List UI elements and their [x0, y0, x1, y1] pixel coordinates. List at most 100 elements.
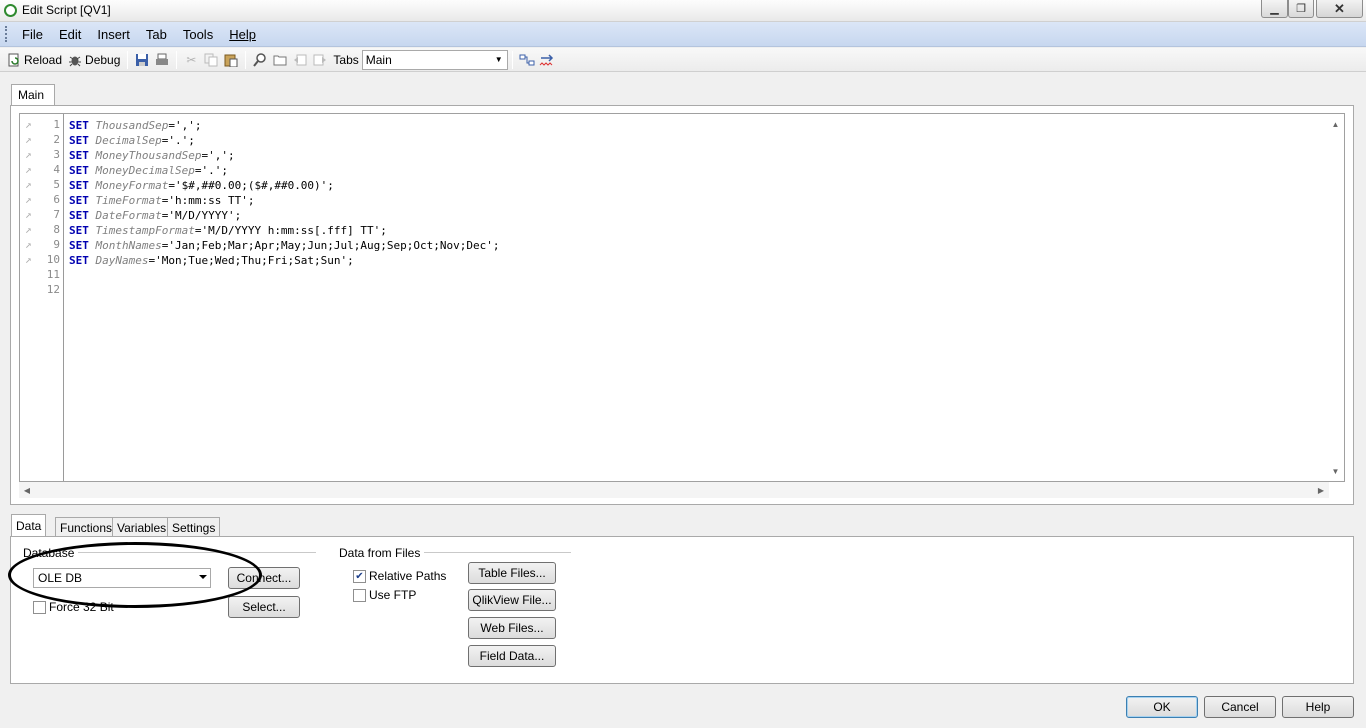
reload-label: Reload	[24, 52, 63, 67]
ok-button[interactable]: OK	[1126, 696, 1198, 718]
gutter-row[interactable]: ↗ 3	[20, 148, 64, 163]
gutter-row[interactable]: ↗ 9	[20, 238, 64, 253]
search-icon[interactable]	[250, 50, 270, 70]
code-line[interactable]: SET MoneyThousandSep=',';	[69, 148, 235, 163]
gutter-row[interactable]: ↗ 1	[20, 118, 64, 133]
use-ftp-checkbox[interactable]	[353, 589, 366, 602]
force-32-bit-checkbox[interactable]	[33, 601, 46, 614]
code-line[interactable]: SET DateFormat='M/D/YYYY';	[69, 208, 241, 223]
menu-help[interactable]: Help	[221, 27, 264, 42]
code-value: ='Jan;Feb;Mar;Apr;May;Jun;Jul;Aug;Sep;Oc…	[161, 239, 500, 252]
gutter-row[interactable]: ↗ 8	[20, 223, 64, 238]
line-number: 7	[53, 208, 60, 221]
menu-file[interactable]: File	[14, 27, 51, 42]
table-viewer-icon[interactable]	[517, 50, 537, 70]
debug-button[interactable]: Debug	[65, 50, 123, 70]
tabs-dropdown[interactable]: Main ▼	[361, 49, 508, 70]
cancel-button[interactable]: Cancel	[1204, 696, 1276, 718]
debug-label: Debug	[85, 52, 121, 67]
breakpoint-pin-icon[interactable]: ↗	[25, 238, 32, 251]
menu-tab[interactable]: Tab	[138, 27, 175, 42]
gutter-row[interactable]: ↗ 4	[20, 163, 64, 178]
breakpoint-pin-icon[interactable]: ↗	[25, 163, 32, 176]
database-type-dropdown[interactable]: OLE DB	[33, 568, 211, 588]
horizontal-scrollbar[interactable]: ◀ ▶	[19, 482, 1329, 498]
script-editor[interactable]: ↗ 1 ↗ 2 ↗ 3 ↗ 4 ↗ 5 ↗ 6 ↗ 7 ↗ 8 ↗ 9 ↗ 10 11 12 SET ThousandSe…	[19, 113, 1345, 482]
help-button[interactable]: Help	[1282, 696, 1354, 718]
select-button[interactable]: Select...	[228, 596, 300, 618]
relative-paths-label: Relative Paths	[369, 569, 447, 583]
menu-insert[interactable]: Insert	[89, 27, 138, 42]
minimize-button[interactable]: ▁	[1261, 0, 1288, 18]
copy-icon[interactable]	[201, 50, 221, 70]
bug-icon	[68, 53, 82, 67]
line-number: 11	[46, 268, 60, 281]
gutter-row[interactable]: 11	[20, 268, 64, 283]
code-line[interactable]: SET ThousandSep=',';	[69, 118, 201, 133]
breakpoint-pin-icon[interactable]: ↗	[25, 253, 32, 266]
tab-functions[interactable]: Functions	[55, 517, 118, 537]
breakpoint-pin-icon[interactable]: ↗	[25, 193, 32, 206]
code-variable: DateFormat	[95, 209, 162, 222]
scroll-left-icon[interactable]: ◀	[19, 482, 35, 498]
breakpoint-pin-icon[interactable]: ↗	[25, 118, 32, 131]
gutter-row[interactable]: ↗ 7	[20, 208, 64, 223]
save-icon[interactable]	[132, 50, 152, 70]
code-line[interactable]: SET MonthNames='Jan;Feb;Mar;Apr;May;Jun;…	[69, 238, 500, 253]
menu-grip-handle[interactable]	[5, 26, 8, 42]
table-files-button[interactable]: Table Files...	[468, 562, 556, 584]
breakpoint-pin-icon[interactable]: ↗	[25, 133, 32, 146]
cut-icon[interactable]: ✂	[181, 50, 201, 70]
breakpoint-pin-icon[interactable]: ↗	[25, 223, 32, 236]
gutter-row[interactable]: ↗ 10	[20, 253, 64, 268]
breakpoint-pin-icon[interactable]: ↗	[25, 178, 32, 191]
gutter-row[interactable]: ↗ 5	[20, 178, 64, 193]
breakpoint-pin-icon[interactable]: ↗	[25, 208, 32, 221]
toolbar-separator	[511, 50, 513, 69]
code-line[interactable]: SET DecimalSep='.';	[69, 133, 195, 148]
connect-button[interactable]: Connect...	[228, 567, 300, 589]
code-value: =',';	[201, 149, 235, 162]
code-line[interactable]: SET MoneyFormat='$#,##0.00;($#,##0.00)';	[69, 178, 334, 193]
code-line[interactable]: SET TimestampFormat='M/D/YYYY h:mm:ss[.f…	[69, 223, 387, 238]
syntax-check-icon[interactable]	[537, 50, 557, 70]
code-line[interactable]: SET MoneyDecimalSep='.';	[69, 163, 228, 178]
gutter-row[interactable]: 12	[20, 283, 64, 298]
code-line[interactable]: SET DayNames='Mon;Tue;Wed;Thu;Fri;Sat;Su…	[69, 253, 354, 268]
maximize-button[interactable]: ❐	[1288, 0, 1314, 18]
database-type-value: OLE DB	[38, 571, 83, 585]
script-tab-main[interactable]: Main	[11, 84, 55, 106]
paste-icon[interactable]	[221, 50, 241, 70]
gutter-row[interactable]: ↗ 2	[20, 133, 64, 148]
tabs-label: Tabs	[333, 52, 359, 67]
tab-data[interactable]: Data	[11, 514, 47, 537]
menu-tools[interactable]: Tools	[175, 27, 221, 42]
field-data-button[interactable]: Field Data...	[468, 645, 556, 667]
toolbar-separator	[127, 50, 129, 69]
gutter-row[interactable]: ↗ 6	[20, 193, 64, 208]
vertical-scrollbar[interactable]: ▲ ▼	[1327, 114, 1344, 481]
qlikview-file-button[interactable]: QlikView File...	[468, 589, 556, 611]
tab-settings[interactable]: Settings	[167, 517, 221, 537]
code-keyword: SET	[69, 134, 89, 147]
code-line[interactable]: SET TimeFormat='h:mm:ss TT';	[69, 193, 254, 208]
chevron-down-icon[interactable]: ▼	[492, 52, 506, 68]
title-bar: Edit Script [QV1] ▁ ❐ ✕	[0, 0, 1366, 22]
web-files-button[interactable]: Web Files...	[468, 617, 556, 639]
reload-button[interactable]: Reload	[4, 50, 65, 70]
move-tab-left-icon[interactable]	[290, 50, 310, 70]
scroll-down-icon[interactable]: ▼	[1327, 463, 1344, 479]
code-keyword: SET	[69, 119, 89, 132]
relative-paths-checkbox[interactable]: ✔	[353, 570, 366, 583]
close-button[interactable]: ✕	[1316, 0, 1363, 18]
code-keyword: SET	[69, 254, 89, 267]
chevron-down-icon[interactable]	[199, 575, 207, 579]
breakpoint-pin-icon[interactable]: ↗	[25, 148, 32, 161]
scroll-up-icon[interactable]: ▲	[1327, 116, 1344, 132]
tab-variables[interactable]: Variables	[112, 517, 172, 537]
print-icon[interactable]	[152, 50, 172, 70]
folder-icon[interactable]	[270, 50, 290, 70]
scroll-right-icon[interactable]: ▶	[1313, 482, 1329, 498]
move-tab-right-icon[interactable]	[310, 50, 330, 70]
menu-edit[interactable]: Edit	[51, 27, 89, 42]
